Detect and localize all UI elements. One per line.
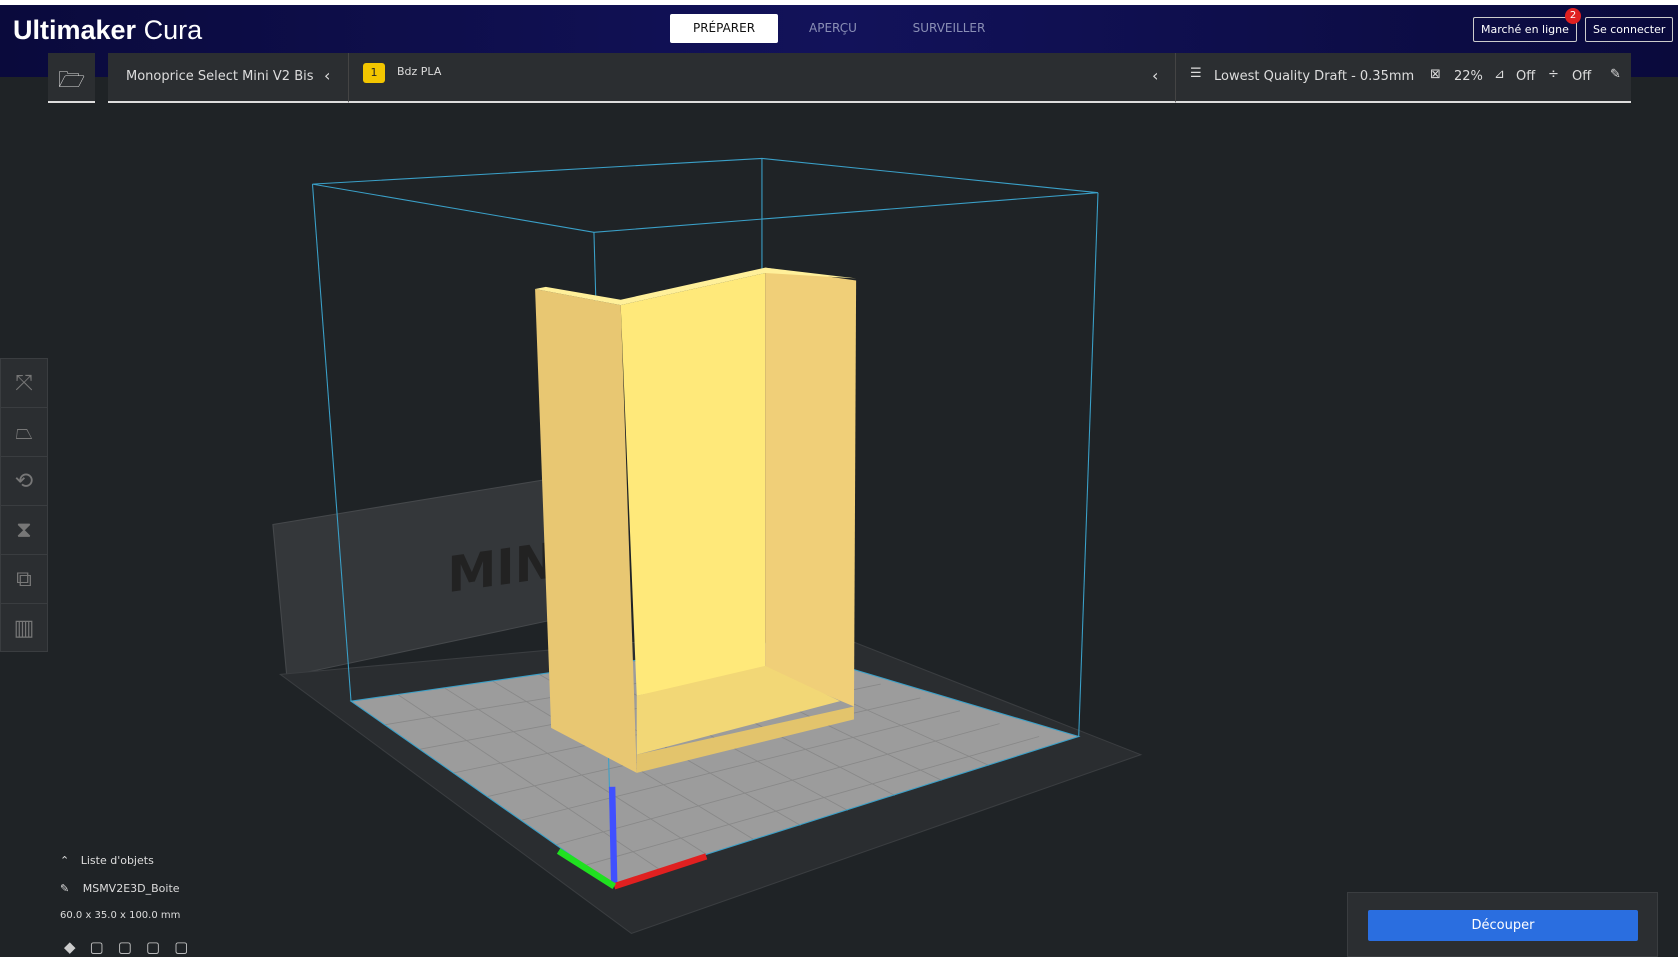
- adhesion-icon: ÷: [1548, 67, 1559, 82]
- view-top-icon[interactable]: ▢: [118, 938, 146, 956]
- view-left-icon[interactable]: ▢: [146, 938, 174, 956]
- print-settings-selector[interactable]: ☰ Lowest Quality Draft - 0.35mm ⊠ 22% ⊿ …: [1175, 53, 1631, 103]
- left-toolbar: ⤧ ⏢ ⟲ ⧗ ⧉ ▥: [0, 358, 48, 652]
- object-item[interactable]: ✎ MSMV2E3D_Boite: [60, 882, 260, 895]
- view-3d-icon[interactable]: ◆: [64, 938, 90, 956]
- support-icon: ⊿: [1494, 67, 1505, 82]
- chevron-left-icon: ‹: [1152, 66, 1159, 85]
- extruder-badge: 1: [363, 63, 385, 83]
- profile-icon: ☰: [1190, 66, 1202, 81]
- pencil-icon: ✎: [60, 882, 70, 895]
- material-name: Bdz PLA: [397, 65, 442, 78]
- folder-icon: 🗁: [58, 68, 86, 93]
- printer-selector[interactable]: Monoprice Select Mini V2 Bis ‹: [108, 53, 348, 103]
- printer-name: Monoprice Select Mini V2 Bis: [126, 69, 314, 84]
- rotate-tool-icon[interactable]: ⟲: [1, 457, 47, 506]
- scale-tool-icon[interactable]: ⏢: [1, 408, 47, 457]
- support-blocker-icon[interactable]: ▥: [1, 604, 47, 653]
- adhesion-value: Off: [1572, 69, 1592, 84]
- object-name: MSMV2E3D_Boite: [82, 882, 180, 895]
- slice-button[interactable]: Découper: [1368, 910, 1638, 941]
- support-value: Off: [1516, 69, 1536, 84]
- profile-name: Lowest Quality Draft - 0.35mm: [1214, 69, 1415, 84]
- object-list-title: Liste d'objets: [80, 854, 154, 867]
- object-list-toggle[interactable]: ⌃ Liste d'objets: [60, 854, 260, 867]
- open-file-button[interactable]: 🗁: [48, 53, 95, 103]
- chevron-left-icon: ‹: [324, 66, 331, 85]
- view-right-icon[interactable]: ▢: [174, 938, 202, 956]
- object-dimensions: 60.0 x 35.0 x 100.0 mm: [60, 910, 181, 921]
- move-tool-icon[interactable]: ⤧: [1, 359, 47, 408]
- build-volume-viewport[interactable]: MINI: [0, 0, 1678, 957]
- material-selector[interactable]: 1 Bdz PLA ‹: [348, 53, 1175, 103]
- pencil-icon[interactable]: ✎: [1610, 67, 1621, 82]
- view-front-icon[interactable]: ▢: [90, 938, 118, 956]
- mirror-tool-icon[interactable]: ⧗: [1, 506, 47, 555]
- model-boite: [535, 267, 857, 773]
- slice-panel: Découper: [1347, 892, 1658, 957]
- per-model-settings-icon[interactable]: ⧉: [1, 555, 47, 604]
- infill-icon: ⊠: [1430, 67, 1441, 82]
- infill-value: 22%: [1454, 69, 1483, 84]
- chevron-up-icon: ⌃: [60, 854, 70, 867]
